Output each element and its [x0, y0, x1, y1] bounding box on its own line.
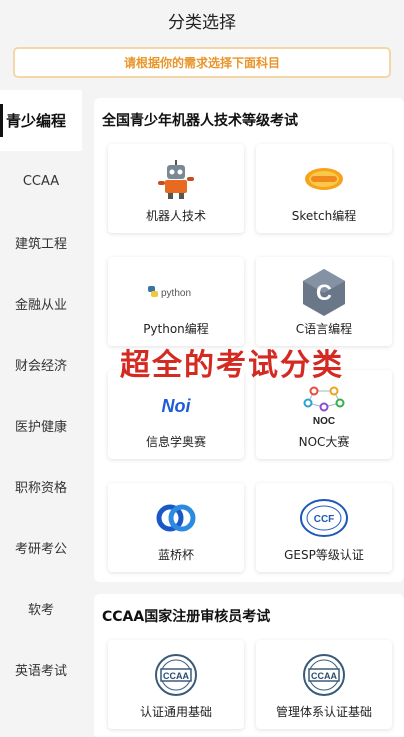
card-label: GESP等级认证 — [284, 548, 364, 562]
header: 分类选择 — [0, 0, 404, 40]
card-label: Python编程 — [143, 322, 209, 336]
ccaa-logo-text: CCAA — [163, 671, 189, 681]
content-panel: 全国青少年机器人技术等级考试 机器人技术 Sketch编程 python Pyt… — [94, 98, 404, 737]
sidebar-item-label: 软考 — [27, 603, 54, 618]
section-title: 全国青少年机器人技术等级考试 — [102, 113, 298, 129]
card-c-language-programming[interactable]: C C语言编程 — [256, 257, 392, 346]
sidebar-item-english[interactable]: 英语考试 — [0, 639, 82, 700]
ccaa-logo-text: CCAA — [311, 671, 337, 681]
robot-icon — [146, 157, 206, 201]
card-lanqiao-cup[interactable]: 蓝桥杯 — [108, 483, 244, 572]
notice-text: 请根据你的需求选择下面科目 — [123, 56, 280, 70]
c-logo-text: C — [316, 280, 332, 305]
gesp-logo-text: CCF — [314, 514, 335, 525]
card-robot-technology[interactable]: 机器人技术 — [108, 144, 244, 233]
sidebar-item-software-exam[interactable]: 软考 — [0, 578, 82, 639]
gesp-icon: CCF — [294, 496, 354, 540]
card-label: 蓝桥杯 — [157, 548, 194, 562]
card-label: 管理体系认证基础 — [275, 705, 372, 719]
sidebar-item-label: CCAA — [22, 174, 60, 189]
card-management-system-basics[interactable]: CCAA 管理体系认证基础 — [256, 640, 392, 729]
sidebar-item-youth-programming[interactable]: 青少编程 — [0, 90, 82, 151]
section-title: CCAA国家注册审核员考试 — [102, 609, 271, 625]
python-logo-text: python — [161, 288, 191, 299]
notice-banner: 请根据你的需求选择下面科目 — [13, 47, 391, 78]
sidebar-item-ccaa[interactable]: CCAA — [0, 151, 82, 212]
sidebar-item-label: 金融从业 — [14, 298, 67, 313]
card-gesp-certification[interactable]: CCF GESP等级认证 — [256, 483, 392, 572]
sidebar-item-accounting[interactable]: 财会经济 — [0, 334, 82, 395]
lanqiao-icon — [146, 496, 206, 540]
promo-overlay-text: 超全的考试分类 — [120, 348, 344, 383]
card-certification-basics[interactable]: CCAA 认证通用基础 — [108, 640, 244, 729]
noc-logo-text: NOC — [313, 416, 335, 427]
card-label: NOC大赛 — [298, 435, 350, 449]
ccaa-icon: CCAA — [294, 653, 354, 697]
noi-icon: Noi — [146, 383, 206, 427]
noc-icon: NOC — [294, 383, 354, 427]
sidebar-item-medical[interactable]: 医护健康 — [0, 395, 82, 456]
python-icon: python — [146, 270, 206, 314]
sidebar-item-construction[interactable]: 建筑工程 — [0, 212, 82, 273]
card-label: 认证通用基础 — [139, 705, 212, 719]
sidebar-item-label: 英语考试 — [14, 664, 67, 679]
c-language-icon: C — [294, 269, 354, 316]
card-label: 信息学奥赛 — [145, 435, 206, 449]
sidebar-item-finance[interactable]: 金融从业 — [0, 273, 82, 334]
sidebar-item-label: 考研考公 — [14, 542, 67, 557]
card-sketch-programming[interactable]: Sketch编程 — [256, 144, 392, 233]
sidebar-item-label: 财会经济 — [14, 359, 67, 374]
page-title: 分类选择 — [168, 12, 236, 33]
sidebar-item-label: 职称资格 — [14, 481, 67, 496]
sidebar-item-professional-title[interactable]: 职称资格 — [0, 456, 82, 517]
ccaa-icon: CCAA — [146, 653, 206, 697]
scratch-icon — [294, 157, 354, 201]
noi-logo-text: Noi — [162, 396, 192, 416]
sidebar-item-postgrad-civil[interactable]: 考研考公 — [0, 517, 82, 578]
sidebar-item-label: 青少编程 — [6, 112, 67, 130]
category-sidebar: 青少编程 CCAA 建筑工程 金融从业 财会经济 医护健康 职称资格 考研考公 … — [0, 90, 82, 737]
section-ccaa: CCAA国家注册审核员考试 CCAA 认证通用基础 CCAA 管理体系认证基础 — [94, 594, 404, 737]
card-python-programming[interactable]: python Python编程 — [108, 257, 244, 346]
sidebar-item-label: 建筑工程 — [14, 237, 67, 252]
card-label: Sketch编程 — [291, 209, 357, 223]
card-label: 机器人技术 — [145, 209, 206, 223]
sidebar-item-label: 医护健康 — [14, 420, 67, 435]
card-label: C语言编程 — [295, 322, 353, 336]
